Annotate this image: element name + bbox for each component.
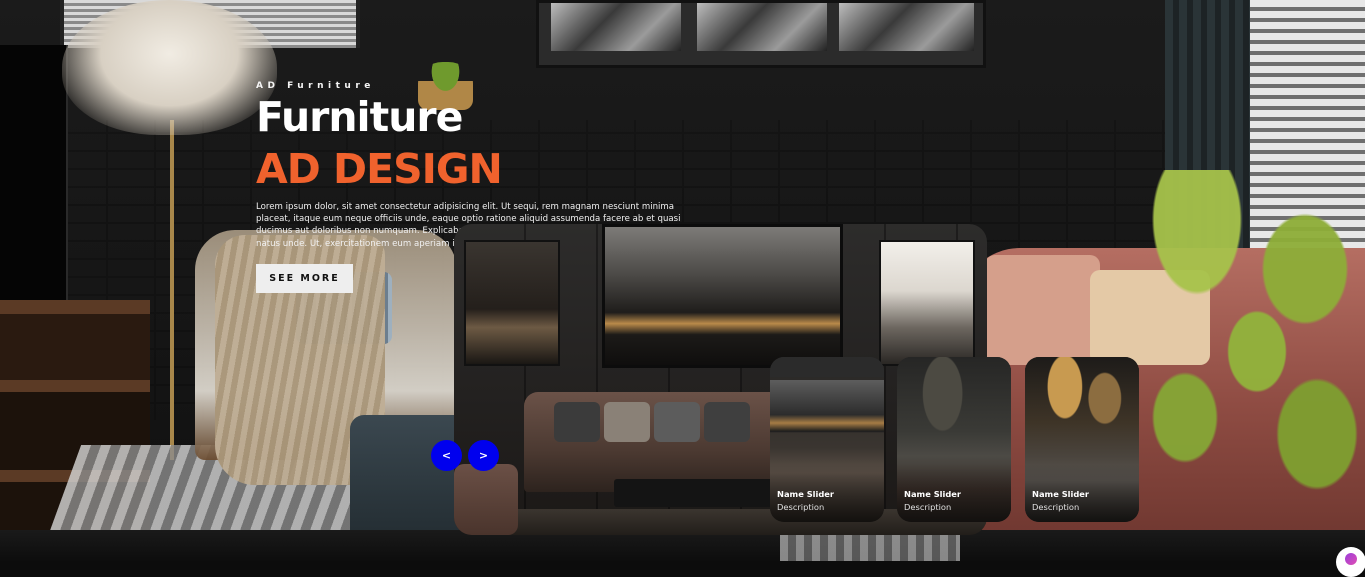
hero-tag: AD Furniture xyxy=(256,81,375,91)
slide-art-right xyxy=(879,240,975,366)
slide-coffee-table xyxy=(614,479,784,507)
slide-art-left xyxy=(464,240,560,366)
thumbnail-name: Name Slider xyxy=(777,489,835,499)
thumbnail-description: Description xyxy=(904,502,952,512)
wall-art-frame xyxy=(536,0,986,68)
thumbnail-description: Description xyxy=(777,502,825,512)
slide-pouf xyxy=(454,464,518,535)
thumbnail-name: Name Slider xyxy=(1032,489,1090,499)
chat-widget-button[interactable] xyxy=(1336,547,1365,577)
see-more-button[interactable]: SEE MORE xyxy=(256,263,353,293)
prev-arrow-button[interactable]: < xyxy=(431,440,462,471)
palm-plant xyxy=(1125,170,1365,500)
pink-pillow xyxy=(985,255,1100,365)
floor-lamp-pole xyxy=(170,120,174,460)
thumbnail-card[interactable]: Name Slider Description xyxy=(1025,357,1139,522)
slide-art-center xyxy=(602,224,843,368)
feather-lamp xyxy=(62,0,277,135)
television xyxy=(0,45,68,320)
chat-bubble-icon xyxy=(1345,553,1357,565)
thumbnail-card[interactable]: Name Slider Description xyxy=(897,357,1011,522)
thumbnail-description: Description xyxy=(1032,502,1080,512)
floor-rug xyxy=(780,534,960,561)
hero-title: Furniture xyxy=(256,93,463,141)
next-arrow-button[interactable]: > xyxy=(468,440,499,471)
hero-topic: AD DESIGN xyxy=(256,145,503,193)
thumbnail-card[interactable]: Name Slider Description xyxy=(770,357,884,522)
thumbnail-name: Name Slider xyxy=(904,489,962,499)
